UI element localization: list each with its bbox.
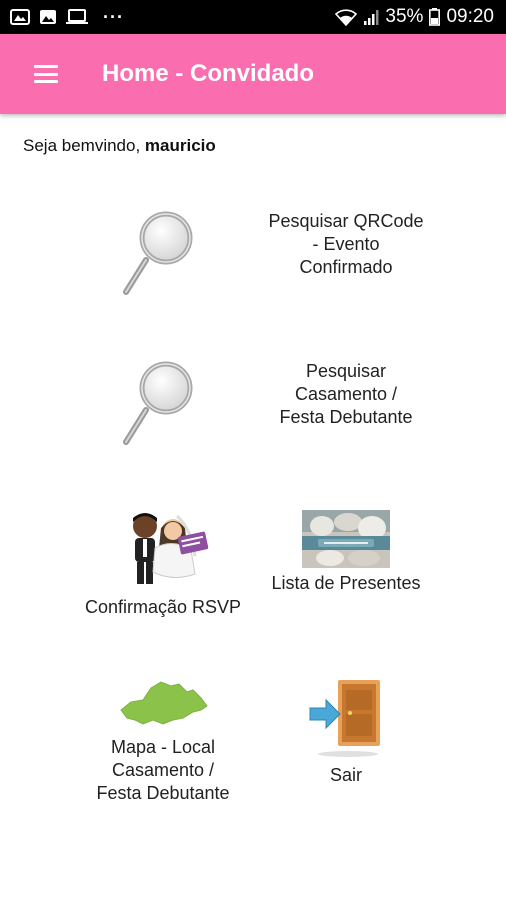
search-qrcode-icon-button[interactable] (118, 210, 204, 300)
signal-icon (364, 10, 379, 25)
menu-button[interactable] (0, 34, 92, 114)
rsvp-label: Confirmação RSVP (84, 597, 242, 617)
exit-label: Sair (329, 765, 362, 785)
image-notification-icon (40, 10, 56, 24)
more-notifications-icon: ··· (103, 7, 124, 27)
exit-door-icon (309, 680, 380, 757)
couple-icon (133, 513, 209, 584)
hamburger-icon (34, 65, 58, 83)
battery-percent: 35% (385, 6, 424, 27)
app-bar: Home - Convidado (0, 34, 506, 114)
laptop-notification-icon (66, 9, 88, 24)
gift-list-button[interactable]: Lista de Presentes (256, 510, 436, 595)
notification-icons: ··· (10, 8, 124, 26)
exit-button[interactable]: Sair (256, 678, 436, 787)
search-qrcode-label: Pesquisar QRCode - Evento Confirmado (268, 211, 424, 277)
map-label: Mapa - Local Casamento / Festa Debutante (96, 737, 230, 803)
map-icon (120, 681, 208, 725)
search-event-icon-button[interactable] (118, 360, 204, 450)
wifi-icon (335, 9, 358, 26)
search-event-label: Pesquisar Casamento / Festa Debutante (279, 361, 413, 427)
battery-icon (429, 8, 441, 26)
search-event-button[interactable]: Pesquisar Casamento / Festa Debutante (256, 360, 436, 429)
rsvp-button[interactable]: Confirmação RSVP (70, 508, 256, 619)
gift-list-label: Lista de Presentes (271, 573, 421, 593)
map-button[interactable]: Mapa - Local Casamento / Festa Debutante (70, 680, 256, 805)
magnifier-icon (123, 211, 193, 295)
search-qrcode-button[interactable]: Pesquisar QRCode - Evento Confirmado (256, 210, 436, 279)
clock: 09:20 (446, 6, 494, 27)
page-title: Home - Convidado (102, 60, 315, 87)
user-name: mauricio (144, 136, 216, 155)
magnifier-icon (123, 361, 193, 445)
welcome-prefix: Seja bemvindo, (23, 136, 141, 155)
welcome-message: Seja bemvindo, mauricio (23, 136, 216, 156)
status-bar: ··· 35% 09:20 (0, 0, 506, 34)
gift-list-photo (302, 510, 390, 568)
gallery-notification-icon (10, 9, 30, 25)
